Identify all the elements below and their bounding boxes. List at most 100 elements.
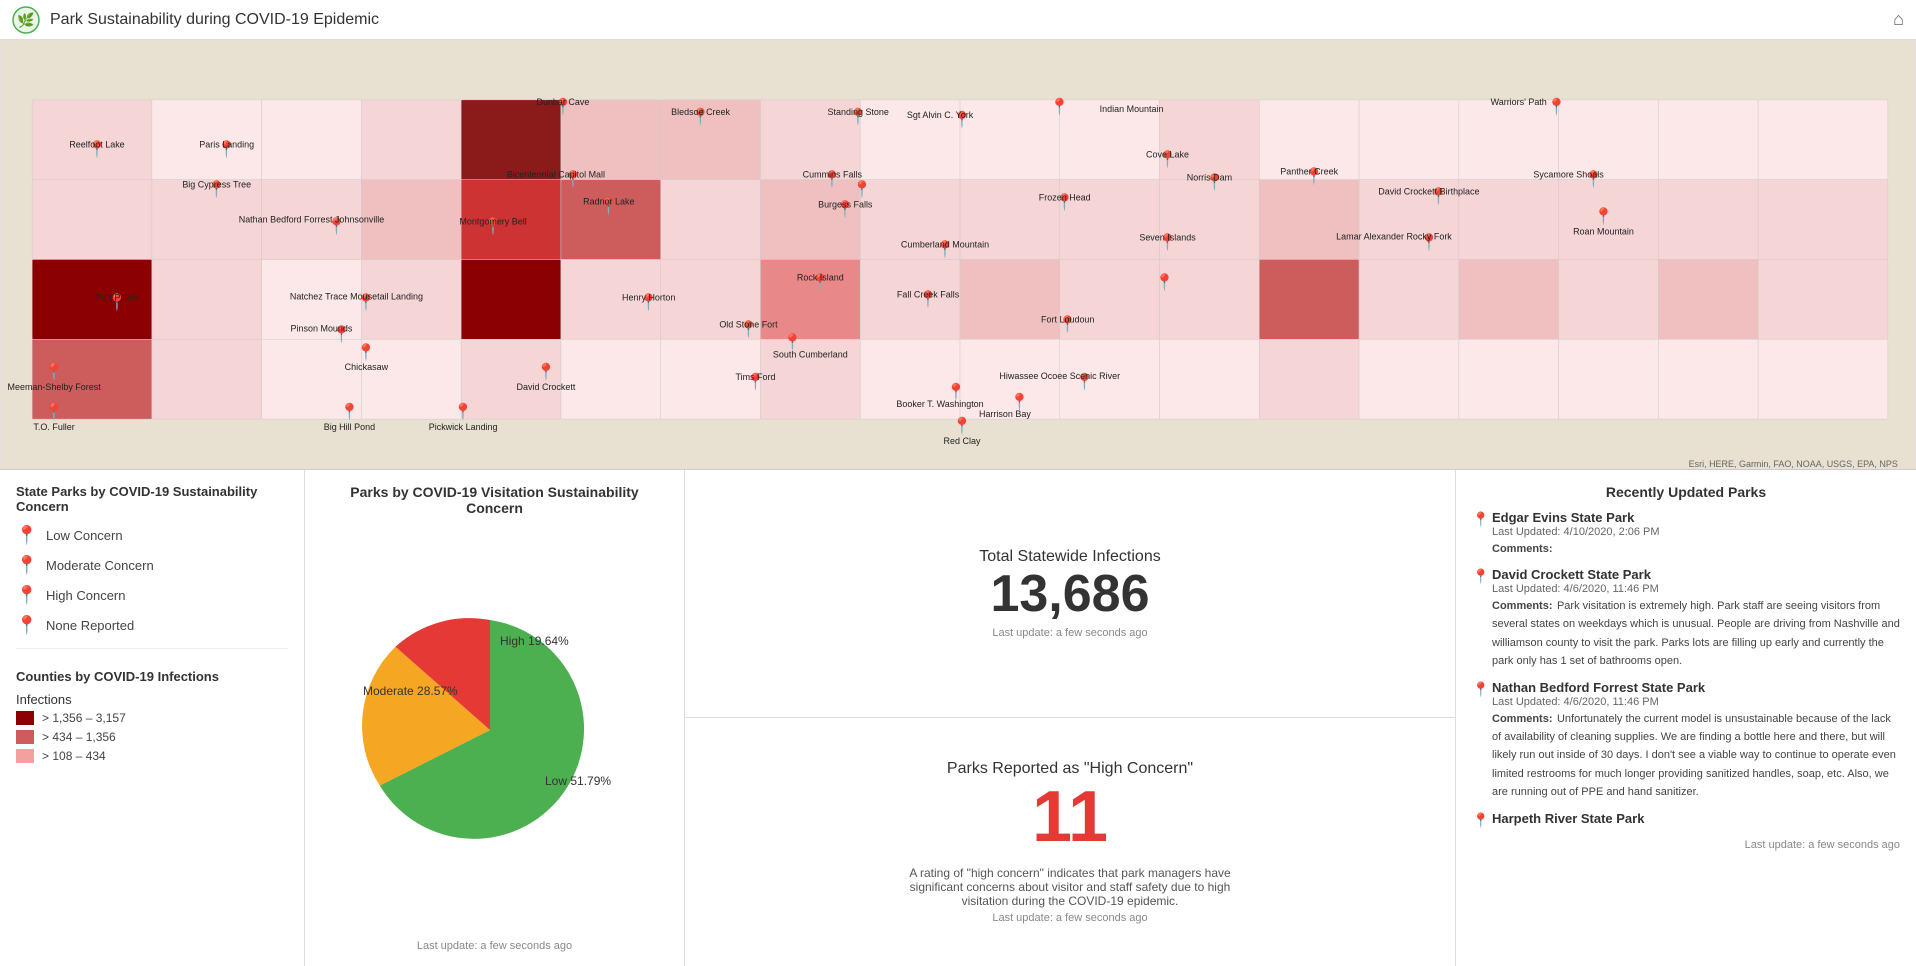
svg-text:📍: 📍 xyxy=(952,416,972,435)
legend-item-moderate: 📍 Moderate Concern xyxy=(16,554,288,576)
choro-item-mid: > 434 – 1,356 xyxy=(16,730,288,744)
park-name-harpeth: Harpeth River State Park xyxy=(1492,811,1900,826)
park-comments-label-nathan: Comments: xyxy=(1492,713,1553,725)
infections-title: Total Statewide Infections xyxy=(979,548,1160,566)
high-concern-update: Last update: a few seconds ago xyxy=(992,912,1147,924)
svg-text:Seven Islands: Seven Islands xyxy=(1139,233,1196,243)
svg-text:Bledsoe Creek: Bledsoe Creek xyxy=(671,107,730,117)
park-name-crockett: David Crockett State Park xyxy=(1492,567,1900,582)
svg-text:📍: 📍 xyxy=(44,402,64,421)
none-reported-label: None Reported xyxy=(46,618,134,633)
counties-subtitle: Counties by COVID-19 Infections xyxy=(16,669,288,684)
svg-text:Montgomery Bell: Montgomery Bell xyxy=(459,217,526,227)
svg-text:Burgess Falls: Burgess Falls xyxy=(818,200,873,210)
svg-text:Norris Dam: Norris Dam xyxy=(1187,173,1232,183)
recent-update-time: Last update: a few seconds ago xyxy=(1472,839,1900,851)
park-entry-crockett: 📍 David Crockett State Park Last Updated… xyxy=(1472,567,1900,670)
svg-text:📍: 📍 xyxy=(453,402,473,421)
svg-text:Warriors' Path: Warriors' Path xyxy=(1491,97,1547,107)
high-concern-label: High Concern xyxy=(46,588,126,603)
svg-text:Bicentennial Capitol Mall: Bicentennial Capitol Mall xyxy=(507,170,605,180)
park-pin-edgar: 📍 xyxy=(1472,511,1492,557)
svg-text:Frozen Head: Frozen Head xyxy=(1039,193,1091,203)
park-entry-nathan: 📍 Nathan Bedford Forrest State Park Last… xyxy=(1472,680,1900,801)
svg-text:Radnor Lake: Radnor Lake xyxy=(583,197,634,207)
high-concern-description: A rating of "high concern" indicates tha… xyxy=(900,866,1240,908)
choro-item-low: > 108 – 434 xyxy=(16,749,288,763)
svg-text:Reelfoot Lake: Reelfoot Lake xyxy=(69,140,124,150)
svg-text:David Crockett Birthplace: David Crockett Birthplace xyxy=(1378,187,1479,197)
infections-label: Infections xyxy=(16,692,288,707)
park-name-nathan: Nathan Bedford Forrest State Park xyxy=(1492,680,1900,695)
park-info-harpeth: Harpeth River State Park xyxy=(1492,811,1900,829)
low-concern-pin-icon: 📍 xyxy=(16,524,38,546)
park-comments-nathan: Comments: Unfortunately the current mode… xyxy=(1492,709,1900,801)
svg-text:Meeman-Shelby Forest: Meeman-Shelby Forest xyxy=(7,382,101,392)
svg-text:Lamar Alexander Rocky Fork: Lamar Alexander Rocky Fork xyxy=(1336,232,1452,242)
high-concern-stats: Parks Reported as "High Concern" 11 A ra… xyxy=(685,718,1455,966)
svg-text:Cove Lake: Cove Lake xyxy=(1146,150,1189,160)
park-entry-harpeth: 📍 Harpeth River State Park xyxy=(1472,811,1900,829)
svg-text:Cumberland Mountain: Cumberland Mountain xyxy=(901,240,989,250)
park-pin-crockett: 📍 xyxy=(1472,568,1492,670)
bottom-panels: State Parks by COVID-19 Sustainability C… xyxy=(0,470,1916,966)
moderate-concern-pin-icon: 📍 xyxy=(16,554,38,576)
svg-text:Pinson Mounds: Pinson Mounds xyxy=(291,323,353,333)
choro-label-low: > 108 – 434 xyxy=(42,749,106,763)
svg-text:Old Stone Fort: Old Stone Fort xyxy=(719,319,778,329)
park-info-nathan: Nathan Bedford Forrest State Park Last U… xyxy=(1492,680,1900,801)
park-meta-crockett: Last Updated: 4/6/2020, 11:46 PM xyxy=(1492,583,1900,595)
map-svg: 📍 Reelfoot Lake 📍 Dunbar Cave 📍 Bledsoe … xyxy=(0,40,1916,469)
home-icon[interactable]: ⌂ xyxy=(1893,9,1904,30)
choro-swatch-high xyxy=(16,711,34,725)
svg-text:Fort Pillow: Fort Pillow xyxy=(96,292,138,302)
park-name-edgar: Edgar Evins State Park xyxy=(1492,510,1900,525)
choro-swatch-mid xyxy=(16,730,34,744)
recent-panel: Recently Updated Parks 📍 Edgar Evins Sta… xyxy=(1456,470,1916,966)
chart-panel: Parks by COVID-19 Visitation Sustainabil… xyxy=(305,470,685,966)
map-container[interactable]: 📍 Reelfoot Lake 📍 Dunbar Cave 📍 Bledsoe … xyxy=(0,40,1916,470)
park-info-edgar: Edgar Evins State Park Last Updated: 4/1… xyxy=(1492,510,1900,557)
label-high: High 19.64% xyxy=(500,634,569,648)
park-meta-nathan: Last Updated: 4/6/2020, 11:46 PM xyxy=(1492,696,1900,708)
recent-title: Recently Updated Parks xyxy=(1472,484,1900,500)
svg-text:Roan Mountain: Roan Mountain xyxy=(1573,227,1634,237)
svg-text:Big Cypress Tree: Big Cypress Tree xyxy=(182,180,251,190)
high-concern-number: 11 xyxy=(1032,778,1108,857)
legend-item-high: 📍 High Concern xyxy=(16,584,288,606)
app-logo: 🌿 xyxy=(12,6,40,34)
svg-text:📍: 📍 xyxy=(1050,97,1070,116)
park-entry-edgar: 📍 Edgar Evins State Park Last Updated: 4… xyxy=(1472,510,1900,557)
svg-text:Dunbar Cave: Dunbar Cave xyxy=(536,97,589,107)
svg-text:T.O. Fuller: T.O. Fuller xyxy=(33,422,74,432)
park-pin-nathan: 📍 xyxy=(1472,681,1492,801)
app-header: 🌿 Park Sustainability during COVID-19 Ep… xyxy=(0,0,1916,40)
svg-text:Booker T. Washington: Booker T. Washington xyxy=(896,399,983,409)
high-concern-title: Parks Reported as "High Concern" xyxy=(947,760,1193,778)
chart-container: Low 51.79% Moderate 28.57% High 19.64% xyxy=(321,526,668,934)
svg-text:Chickasaw: Chickasaw xyxy=(345,362,389,372)
svg-text:🌿: 🌿 xyxy=(17,12,34,29)
legend-divider xyxy=(16,648,288,659)
svg-text:Cummins Falls: Cummins Falls xyxy=(803,170,863,180)
park-pin-harpeth: 📍 xyxy=(1472,812,1492,829)
choro-label-mid: > 434 – 1,356 xyxy=(42,730,116,744)
park-comments-text-crockett: Park visitation is extremely high. Park … xyxy=(1492,600,1900,667)
svg-text:Sgt Alvin C. York: Sgt Alvin C. York xyxy=(907,110,974,120)
svg-text:📍: 📍 xyxy=(1594,207,1614,226)
legend-item-low: 📍 Low Concern xyxy=(16,524,288,546)
svg-text:📍: 📍 xyxy=(339,402,359,421)
none-reported-pin-icon: 📍 xyxy=(16,614,38,636)
moderate-concern-label: Moderate Concern xyxy=(46,558,154,573)
low-concern-label: Low Concern xyxy=(46,528,123,543)
park-comments-label-crockett: Comments: xyxy=(1492,600,1553,612)
infections-number: 13,686 xyxy=(990,566,1149,623)
svg-text:Paris Landing: Paris Landing xyxy=(199,140,254,150)
svg-text:📍: 📍 xyxy=(852,180,872,199)
svg-text:Tims Ford: Tims Ford xyxy=(735,372,775,382)
svg-text:South Cumberland: South Cumberland xyxy=(773,349,848,359)
choro-label-high: > 1,356 – 3,157 xyxy=(42,711,126,725)
svg-text:Fall Creek Falls: Fall Creek Falls xyxy=(897,289,960,299)
pie-chart-svg: Low 51.79% Moderate 28.57% High 19.64% xyxy=(335,590,655,870)
svg-text:Red Clay: Red Clay xyxy=(944,436,981,446)
